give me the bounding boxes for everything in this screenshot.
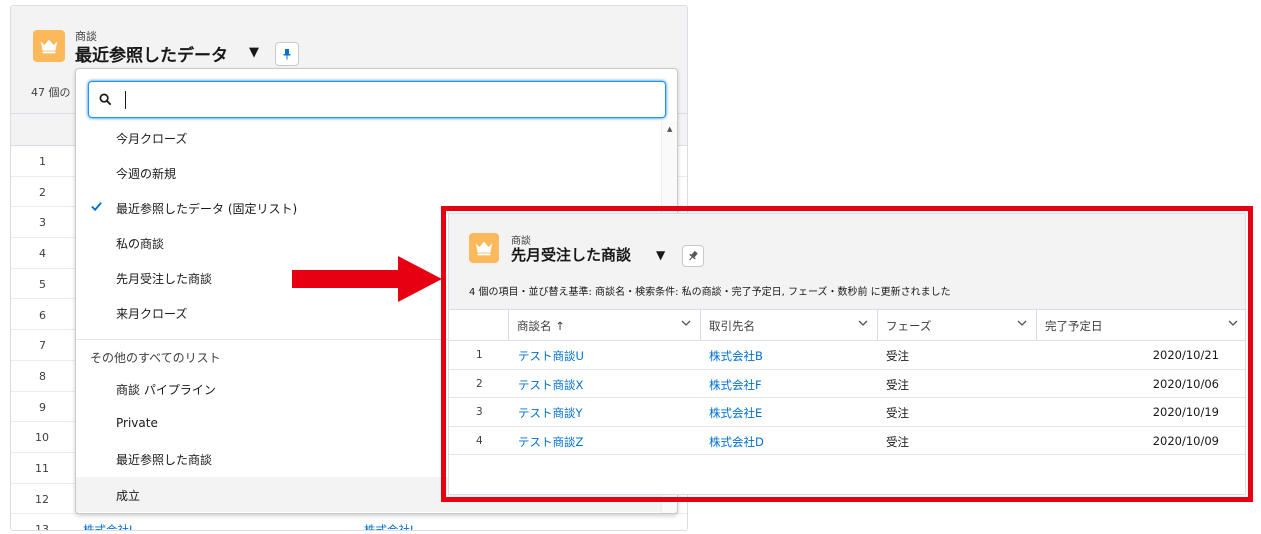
text-cursor — [125, 91, 126, 109]
table-row[interactable]: 4 テスト商談Z 株式会社D 受注 2020/10/09 — [449, 427, 1245, 455]
list-title[interactable]: 最近参照したデータ — [75, 41, 228, 66]
row-number: 2 — [39, 185, 46, 199]
row-number: 7 — [39, 339, 46, 353]
opportunity-link[interactable]: テスト商談Z — [518, 434, 583, 450]
red-arrow-icon — [292, 256, 442, 302]
chevron-down-icon[interactable] — [1016, 317, 1028, 329]
row-number-column — [449, 310, 509, 341]
chevron-down-icon[interactable] — [680, 317, 692, 329]
row-number: 13 — [35, 523, 49, 531]
table-row[interactable]: 2 テスト商談X 株式会社F 受注 2020/10/06 — [449, 370, 1245, 398]
chevron-down-icon[interactable] — [857, 317, 869, 329]
close-date-cell: 2020/10/06 — [1152, 376, 1219, 391]
item-label: 商談 パイプライン — [116, 383, 216, 397]
record-count: 47 個の — [31, 86, 71, 99]
close-date-cell: 2020/10/19 — [1152, 405, 1219, 419]
column-label: 商談名 ↑ — [517, 319, 565, 333]
opportunity-crown-icon — [469, 233, 499, 263]
row-number: 4 — [39, 247, 46, 261]
list-title[interactable]: 先月受注した商談 — [511, 244, 631, 265]
column-label: 取引先名 — [709, 319, 755, 333]
list-view-header: 商談 先月受注した商談 ▼ 4 個の項目・並び替え基準: 商談名・検索条件: 私… — [449, 214, 1245, 310]
item-label: 私の商談 — [116, 237, 165, 251]
row-number: 2 — [476, 377, 483, 390]
item-label: 来月クローズ — [116, 307, 188, 321]
row-number: 10 — [35, 431, 49, 445]
pin-icon — [283, 49, 291, 60]
chevron-down-icon[interactable]: ▼ — [656, 248, 665, 262]
column-header-stage[interactable]: フェーズ — [878, 310, 1037, 341]
section-heading: その他のすべてのリスト — [90, 351, 221, 365]
account-link[interactable]: 株式会社D — [709, 434, 764, 450]
check-icon — [91, 202, 102, 212]
row-number: 12 — [35, 492, 49, 506]
list-view-panel-result: 商談 先月受注した商談 ▼ 4 個の項目・並び替え基準: 商談名・検索条件: 私… — [448, 213, 1246, 495]
opportunity-link[interactable]: テスト商談Y — [518, 405, 583, 421]
account-link[interactable]: 株式会社J- — [83, 522, 136, 530]
column-label: フェーズ — [886, 319, 932, 333]
scroll-up-icon[interactable]: ▲ — [667, 125, 672, 133]
account-link[interactable]: 株式会社E — [709, 405, 762, 421]
pin-button[interactable] — [682, 245, 704, 267]
search-input[interactable] — [121, 88, 651, 112]
opportunity-link[interactable]: テスト商談U — [518, 348, 584, 364]
row-number: 1 — [476, 349, 483, 361]
dropdown-item[interactable]: 今月クローズ — [76, 120, 661, 155]
list-status-text: 4 個の項目・並び替え基準: 商談名・検索条件: 私の商談・完了予定日, フェー… — [469, 287, 951, 298]
row-number: 11 — [35, 462, 49, 475]
chevron-down-icon[interactable]: ▼ — [249, 45, 259, 60]
table-row[interactable]: 1 テスト商談U 株式会社B 受注 2020/10/21 — [449, 341, 1245, 370]
table-row[interactable]: 3 テスト商談Y 株式会社E 受注 2020/10/19 — [449, 398, 1245, 427]
dropdown-item[interactable]: 今週の新規 — [76, 155, 661, 190]
column-label: 完了予定日 — [1045, 319, 1103, 333]
table-row[interactable]: 13 株式会社J- 株式会社J — [11, 514, 687, 531]
row-number: 1 — [39, 155, 46, 168]
close-date-cell: 2020/10/21 — [1152, 348, 1219, 362]
opportunity-link[interactable]: テスト商談X — [518, 377, 583, 393]
stage-cell: 受注 — [886, 349, 909, 363]
row-number: 3 — [39, 216, 46, 230]
row-number: 8 — [39, 369, 46, 383]
search-icon — [99, 93, 112, 106]
opportunity-crown-icon — [33, 30, 65, 62]
row-number: 6 — [39, 308, 46, 322]
stage-cell: 受注 — [886, 406, 909, 420]
item-label: 今週の新規 — [116, 167, 177, 181]
item-label: 成立 — [116, 489, 141, 503]
close-date-cell: 2020/10/09 — [1152, 433, 1219, 448]
item-label: Private — [116, 416, 158, 430]
row-number: 9 — [39, 400, 46, 414]
account-link[interactable]: 株式会社B — [709, 348, 763, 364]
item-label: 先月受注した商談 — [116, 272, 213, 286]
account-link[interactable]: 株式会社J — [364, 522, 413, 530]
pin-button[interactable] — [275, 42, 299, 66]
item-label: 最近参照した商談 — [116, 453, 213, 467]
item-label: 最近参照したデータ (固定リスト) — [116, 202, 298, 216]
stage-cell: 受注 — [886, 377, 909, 392]
column-header-close-date[interactable]: 完了予定日 — [1037, 310, 1245, 341]
column-header-account[interactable]: 取引先名 — [701, 310, 878, 341]
row-number: 5 — [39, 277, 46, 291]
search-box[interactable] — [88, 81, 666, 118]
row-number: 3 — [476, 406, 483, 418]
account-link[interactable]: 株式会社F — [709, 377, 762, 393]
row-number: 4 — [476, 434, 483, 447]
table-header: 商談名 ↑ 取引先名 フェーズ 完了予定日 — [449, 310, 1245, 341]
column-header-name[interactable]: 商談名 ↑ — [509, 310, 701, 341]
chevron-down-icon[interactable] — [1227, 317, 1239, 329]
pin-icon — [689, 250, 698, 261]
stage-cell: 受注 — [886, 434, 909, 449]
item-label: 今月クローズ — [116, 132, 188, 146]
